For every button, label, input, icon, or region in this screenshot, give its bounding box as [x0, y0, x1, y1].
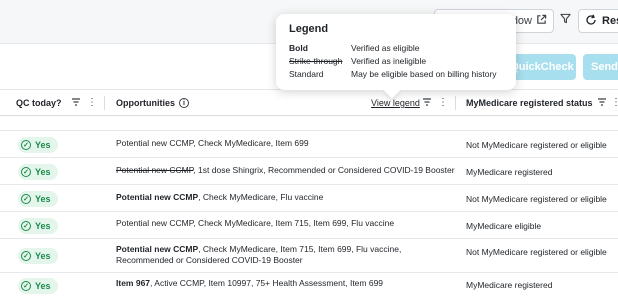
column-filter-icon[interactable]	[422, 97, 432, 110]
filter-icon[interactable]	[560, 12, 571, 27]
check-circle-icon: ✓	[21, 194, 31, 204]
qc-status-badge: ✓ Yes	[18, 191, 58, 207]
column-menu-icon[interactable]: ⋮	[438, 97, 448, 108]
legend-item: Strike-through Verified as ineligible	[289, 55, 503, 68]
info-icon[interactable]: i	[179, 98, 189, 108]
qc-status-badge: ✓ Yes	[18, 278, 58, 294]
mymedicare-status-cell: MyMedicare registered	[466, 280, 553, 290]
legend-item: Standard May be eligible based on billin…	[289, 68, 503, 81]
reset-button[interactable]: Rese	[578, 9, 618, 33]
check-circle-icon: ✓	[21, 167, 31, 177]
qc-status-label: Yes	[35, 194, 51, 204]
opportunity-verified-eligible: Potential new CCMP	[116, 244, 199, 254]
legend-desc: Verified as eligible	[351, 43, 420, 53]
opportunity-text: , Check MyMedicare, Flu vaccine	[198, 192, 324, 202]
column-filter-icon[interactable]	[71, 97, 81, 110]
check-circle-icon: ✓	[21, 140, 31, 150]
qc-status-label: Yes	[35, 281, 51, 291]
opportunities-cell: Potential new CCMP, Check MyMedicare, It…	[116, 218, 456, 229]
table-row[interactable]: ✓ Yes Potential new CCMP, Check MyMedica…	[0, 185, 618, 212]
table-row[interactable]: ✓ Yes Potential new CCMP, Check MyMedica…	[0, 239, 618, 273]
opportunity-text: , Active CCMP, Item 10997, 75+ Health As…	[150, 278, 384, 288]
external-link-icon	[536, 14, 547, 28]
opportunity-verified-eligible: Potential new CCMP	[116, 192, 199, 202]
qc-status-label: Yes	[35, 140, 51, 150]
table-header: QC today? ⋮ Opportunities i View legend …	[0, 90, 618, 116]
qc-status-badge: ✓ Yes	[18, 248, 58, 264]
column-header-opportunities-label: Opportunities	[116, 98, 175, 108]
qc-status-badge: ✓ Yes	[18, 137, 58, 153]
legend-key-bold: Bold	[289, 43, 308, 53]
table-row[interactable]: ✓ Yes Potential new CCMP, 1st dose Shing…	[0, 158, 618, 185]
opportunity-text: Potential new CCMP, Check MyMedicare, It…	[116, 138, 309, 148]
column-menu-icon[interactable]: ⋮	[611, 97, 618, 108]
qc-status-label: Yes	[35, 251, 51, 261]
qc-status-badge: ✓ Yes	[18, 164, 58, 180]
column-header-mymedicare-label: MyMedicare registered status	[466, 98, 593, 108]
legend-key-strikethrough: Strike-through	[289, 56, 343, 66]
check-circle-icon: ✓	[21, 251, 31, 261]
opportunities-cell: Potential new CCMP, Check MyMedicare, Fl…	[116, 192, 456, 203]
send-button[interactable]: Send D	[583, 54, 618, 80]
column-filter-icon[interactable]	[597, 97, 607, 110]
mymedicare-status-cell: Not MyMedicare registered or eligible	[466, 140, 607, 150]
mymedicare-status-cell: MyMedicare registered	[466, 167, 553, 177]
column-menu-icon[interactable]: ⋮	[87, 97, 97, 108]
view-legend-link[interactable]: View legend	[371, 98, 420, 108]
opportunities-cell: Item 967, Active CCMP, Item 10997, 75+ H…	[116, 278, 456, 289]
legend-key-standard: Standard	[289, 69, 324, 79]
opportunity-verified-ineligible: Potential new CCMP	[116, 165, 194, 175]
column-header-opportunities[interactable]: Opportunities i	[116, 90, 189, 116]
opportunities-cell: Potential new CCMP, Check MyMedicare, It…	[116, 244, 456, 266]
table-row-partial	[0, 117, 618, 131]
check-circle-icon: ✓	[21, 281, 31, 291]
column-header-qc-label: QC today?	[16, 98, 62, 108]
qc-status-badge: ✓ Yes	[18, 218, 58, 234]
column-divider[interactable]	[104, 96, 105, 110]
check-circle-icon: ✓	[21, 221, 31, 231]
column-header-qc-today[interactable]: QC today?	[16, 90, 62, 116]
column-divider[interactable]	[455, 96, 456, 110]
mymedicare-status-cell: Not MyMedicare registered or eligible	[466, 247, 607, 257]
legend-desc: May be eligible based on billing history	[351, 69, 497, 79]
qc-status-label: Yes	[35, 221, 51, 231]
column-header-mymedicare[interactable]: MyMedicare registered status	[466, 90, 593, 116]
legend-item: Bold Verified as eligible	[289, 42, 503, 55]
opportunities-cell: Potential new CCMP, 1st dose Shingrix, R…	[116, 165, 456, 176]
table-row[interactable]: ✓ Yes Item 967, Active CCMP, Item 10997,…	[0, 273, 618, 301]
opportunity-text: , 1st dose Shingrix, Recommended or Cons…	[193, 165, 455, 175]
mymedicare-status-cell: Not MyMedicare registered or eligible	[466, 194, 607, 204]
quickcheck-button[interactable]: QuickCheck	[508, 54, 576, 80]
table-row[interactable]: ✓ Yes Potential new CCMP, Check MyMedica…	[0, 131, 618, 158]
qc-status-label: Yes	[35, 167, 51, 177]
reset-icon	[585, 14, 597, 29]
legend-desc: Verified as ineligible	[351, 56, 427, 66]
mymedicare-status-cell: MyMedicare eligible	[466, 221, 542, 231]
legend-title: Legend	[289, 23, 329, 35]
reset-label: Rese	[602, 15, 618, 27]
legend-popover: Legend Bold Verified as eligible Strike-…	[276, 14, 516, 99]
opportunities-cell: Potential new CCMP, Check MyMedicare, It…	[116, 138, 456, 149]
table-row[interactable]: ✓ Yes Potential new CCMP, Check MyMedica…	[0, 212, 618, 239]
opportunity-verified-eligible: Item 967	[116, 278, 151, 288]
opportunity-text: Potential new CCMP, Check MyMedicare, It…	[116, 218, 395, 228]
